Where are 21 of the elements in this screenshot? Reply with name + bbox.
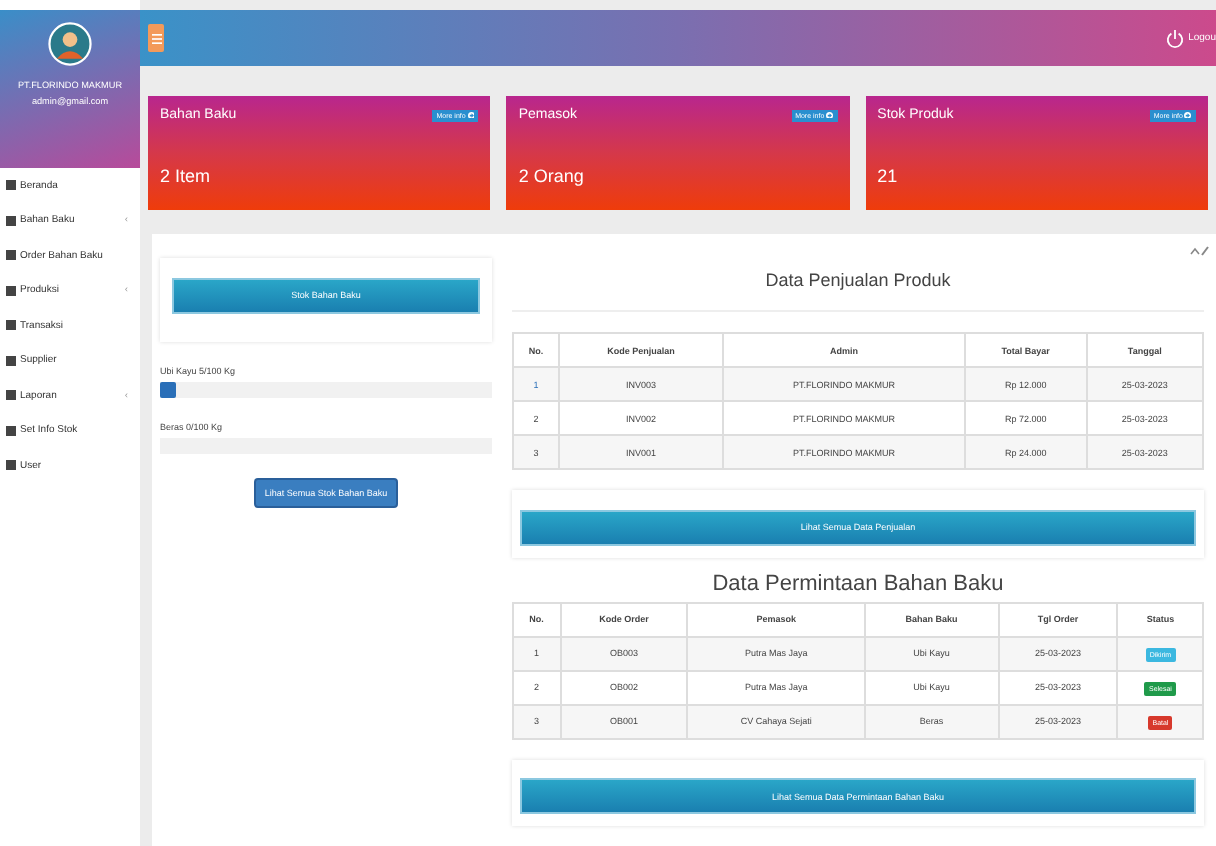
- avatar-icon: [48, 22, 92, 66]
- collapse-icon[interactable]: [1190, 246, 1210, 256]
- square-icon: [6, 180, 16, 191]
- box-value: 21: [877, 166, 900, 186]
- square-icon: [6, 460, 16, 471]
- square-icon: [6, 425, 16, 436]
- box-value: 2 Item: [160, 166, 213, 186]
- square-icon: [6, 285, 16, 296]
- table-title: Data Permintaan Bahan Baku: [710, 569, 1006, 599]
- power-icon: [1166, 29, 1185, 47]
- square-icon: [6, 250, 16, 261]
- square-icon: [6, 355, 16, 366]
- table-title: Data Penjualan Produk: [512, 258, 1204, 312]
- box-value: 2 Orang: [518, 166, 586, 186]
- square-icon: [6, 215, 16, 226]
- arrow-circle-icon: [1184, 111, 1192, 119]
- menu-icon[interactable]: [148, 24, 164, 52]
- arrow-circle-icon: [826, 111, 834, 119]
- arrow-circle-icon: [467, 111, 475, 119]
- square-icon: [6, 320, 16, 331]
- square-icon: [6, 390, 16, 401]
